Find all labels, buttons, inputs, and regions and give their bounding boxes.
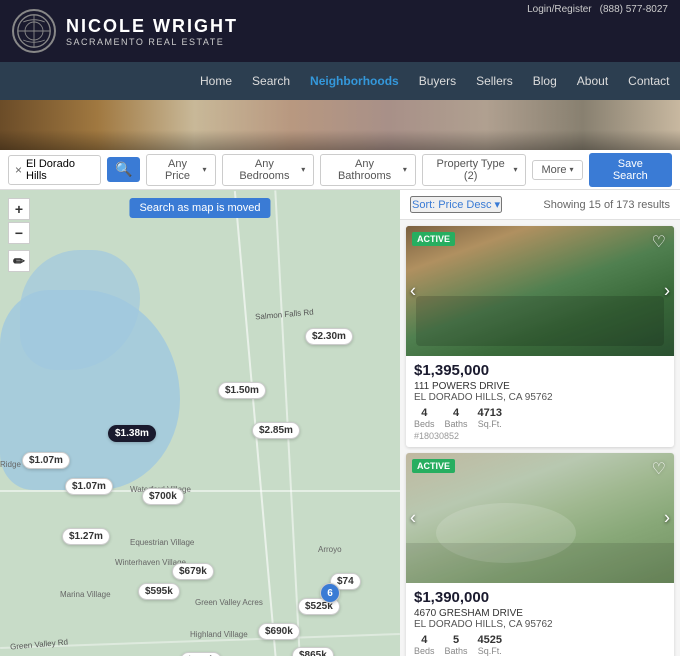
price-bubble-285m[interactable]: $2.85m [252,422,300,439]
logo-name: NICOLE WRIGHT [66,16,238,37]
listing-price-2: $1,390,000 [414,589,666,606]
filter-bathrooms[interactable]: Any Bathrooms ▾ [320,154,416,186]
road-label-1: Salmon Falls Rd [255,307,314,321]
listing-city-2: EL DORADO HILLS, CA 95762 [414,619,666,630]
hero-strip [0,100,680,150]
village-label-arroyo: Arroyo [318,545,342,554]
nav-item-home[interactable]: Home [190,62,242,100]
price-bubble-138m[interactable]: $1.38m [108,425,156,442]
logo-sub: SACRAMENTO REAL ESTATE [66,37,238,47]
baths-arrow: ▾ [403,165,407,174]
header-right: Login/Register (888) 577-8027 [527,4,668,15]
map-area[interactable]: Salmon Falls Rd Green Valley Rd Agena Wa… [0,190,400,656]
listing-image-2: ACTIVE ♡ ‹ › [406,453,674,583]
listing-mls-1: #18030852 [414,431,666,441]
price-bubble-107m-1[interactable]: $1.07m [22,452,70,469]
header: NICOLE WRIGHT SACRAMENTO REAL ESTATE Log… [0,0,680,62]
listing-heart-2[interactable]: ♡ [652,459,666,479]
listing-nav-right-2[interactable]: › [664,508,670,529]
listing-stats-1: 4 Beds 4 Baths 4713 Sq.Ft. [414,407,666,429]
listing-info-1: $1,395,000 111 POWERS DRIVE EL DORADO HI… [406,356,674,447]
beds-arrow: ▾ [301,165,305,174]
listing-nav-right-1[interactable]: › [664,281,670,302]
logo-text: NICOLE WRIGHT SACRAMENTO REAL ESTATE [66,16,238,47]
edit-button[interactable]: ✏ [8,250,30,272]
filter-bedrooms[interactable]: Any Bedrooms ▾ [222,154,315,186]
nav-item-search[interactable]: Search [242,62,300,100]
phone-number: (888) 577-8027 [600,4,668,15]
listing-baths-1: 4 Baths [445,407,468,429]
listing-heart-1[interactable]: ♡ [652,232,666,252]
listing-nav-left-2[interactable]: ‹ [410,508,416,529]
map-search-button[interactable]: 🔍 [107,157,140,182]
listings-header: Sort: Price Desc ▾ Showing 15 of 173 res… [400,190,680,220]
road-label-2: Green Valley Rd [10,637,69,651]
listing-price-1: $1,395,000 [414,362,666,379]
map-controls: + − ✏ [8,198,30,272]
sort-button[interactable]: Sort: Price Desc ▾ [410,196,502,213]
location-remove[interactable]: × [15,163,22,177]
village-label-highland: Highland Village [190,630,248,639]
zoom-out-button[interactable]: − [8,222,30,244]
price-arrow: ▾ [203,165,207,174]
listing-beds-2: 4 Beds [414,634,435,656]
price-bubble-127m[interactable]: $1.27m [62,528,110,545]
nav-item-sellers[interactable]: Sellers [466,62,523,100]
price-bubble-865k[interactable]: $865k [292,647,334,656]
village-label-marina: Marina Village [60,590,111,599]
listing-badge-2: ACTIVE [412,459,455,473]
price-bubble-dot-6[interactable]: 6 [320,583,340,603]
search-as-moved-button[interactable]: Search as map is moved [129,198,270,218]
listing-sqft-2: 4525 Sq.Ft. [478,634,502,656]
search-bar: × El Dorado Hills 🔍 Any Price ▾ Any Bedr… [0,150,680,190]
price-bubble-150m[interactable]: $1.50m [218,382,266,399]
listing-address-1: 111 POWERS DRIVE [414,381,666,392]
price-bubble-679k[interactable]: $679k [172,563,214,580]
nav-item-contact[interactable]: Contact [618,62,679,100]
listing-stats-2: 4 Beds 5 Baths 4525 Sq.Ft. [414,634,666,656]
listing-address-2: 4670 GRESHAM DRIVE [414,608,666,619]
listing-image-1: ACTIVE ♡ ‹ › [406,226,674,356]
listing-card-2[interactable]: ACTIVE ♡ ‹ › $1,390,000 4670 GRESHAM DRI… [406,453,674,656]
main-nav: Home Search Neighborhoods Buyers Sellers… [0,62,680,100]
listing-baths-2: 5 Baths [445,634,468,656]
listing-city-1: EL DORADO HILLS, CA 95762 [414,392,666,403]
village-label-equestrian: Equestrian Village [130,538,194,547]
price-bubble-107m-2[interactable]: $1.07m [65,478,113,495]
location-tag: × El Dorado Hills [8,155,101,185]
price-bubble-230m[interactable]: $2.30m [305,328,353,345]
listing-badge-1: ACTIVE [412,232,455,246]
nav-item-neighborhoods[interactable]: Neighborhoods [300,62,409,100]
price-bubble-690k[interactable]: $690k [258,623,300,640]
filter-price[interactable]: Any Price ▾ [146,154,215,186]
listing-info-2: $1,390,000 4670 GRESHAM DRIVE EL DORADO … [406,583,674,656]
logo-area: NICOLE WRIGHT SACRAMENTO REAL ESTATE [12,9,238,53]
listing-sqft-1: 4713 Sq.Ft. [478,407,502,429]
nav-item-buyers[interactable]: Buyers [409,62,466,100]
filter-property-type[interactable]: Property Type (2) ▾ [422,154,527,186]
results-count: Showing 15 of 173 results [543,199,670,211]
zoom-in-button[interactable]: + [8,198,30,220]
price-bubble-700k-1[interactable]: $700k [142,488,184,505]
nav-item-about[interactable]: About [567,62,618,100]
location-label: El Dorado Hills [26,158,94,182]
listing-beds-1: 4 Beds [414,407,435,429]
main-content: Salmon Falls Rd Green Valley Rd Agena Wa… [0,190,680,656]
logo-icon [12,9,56,53]
more-arrow: ▾ [570,165,574,174]
login-link[interactable]: Login/Register [527,4,591,15]
type-arrow: ▾ [513,165,517,174]
nav-item-blog[interactable]: Blog [523,62,567,100]
listing-nav-left-1[interactable]: ‹ [410,281,416,302]
price-bubble-788k[interactable]: $788k [180,652,222,656]
save-search-button[interactable]: Save Search [589,153,672,187]
listing-card-1[interactable]: ACTIVE ♡ ‹ › $1,395,000 111 POWERS DRIVE… [406,226,674,447]
listings-area: Sort: Price Desc ▾ Showing 15 of 173 res… [400,190,680,656]
filter-more[interactable]: More ▾ [532,160,582,180]
price-bubble-595k[interactable]: $595k [138,583,180,600]
